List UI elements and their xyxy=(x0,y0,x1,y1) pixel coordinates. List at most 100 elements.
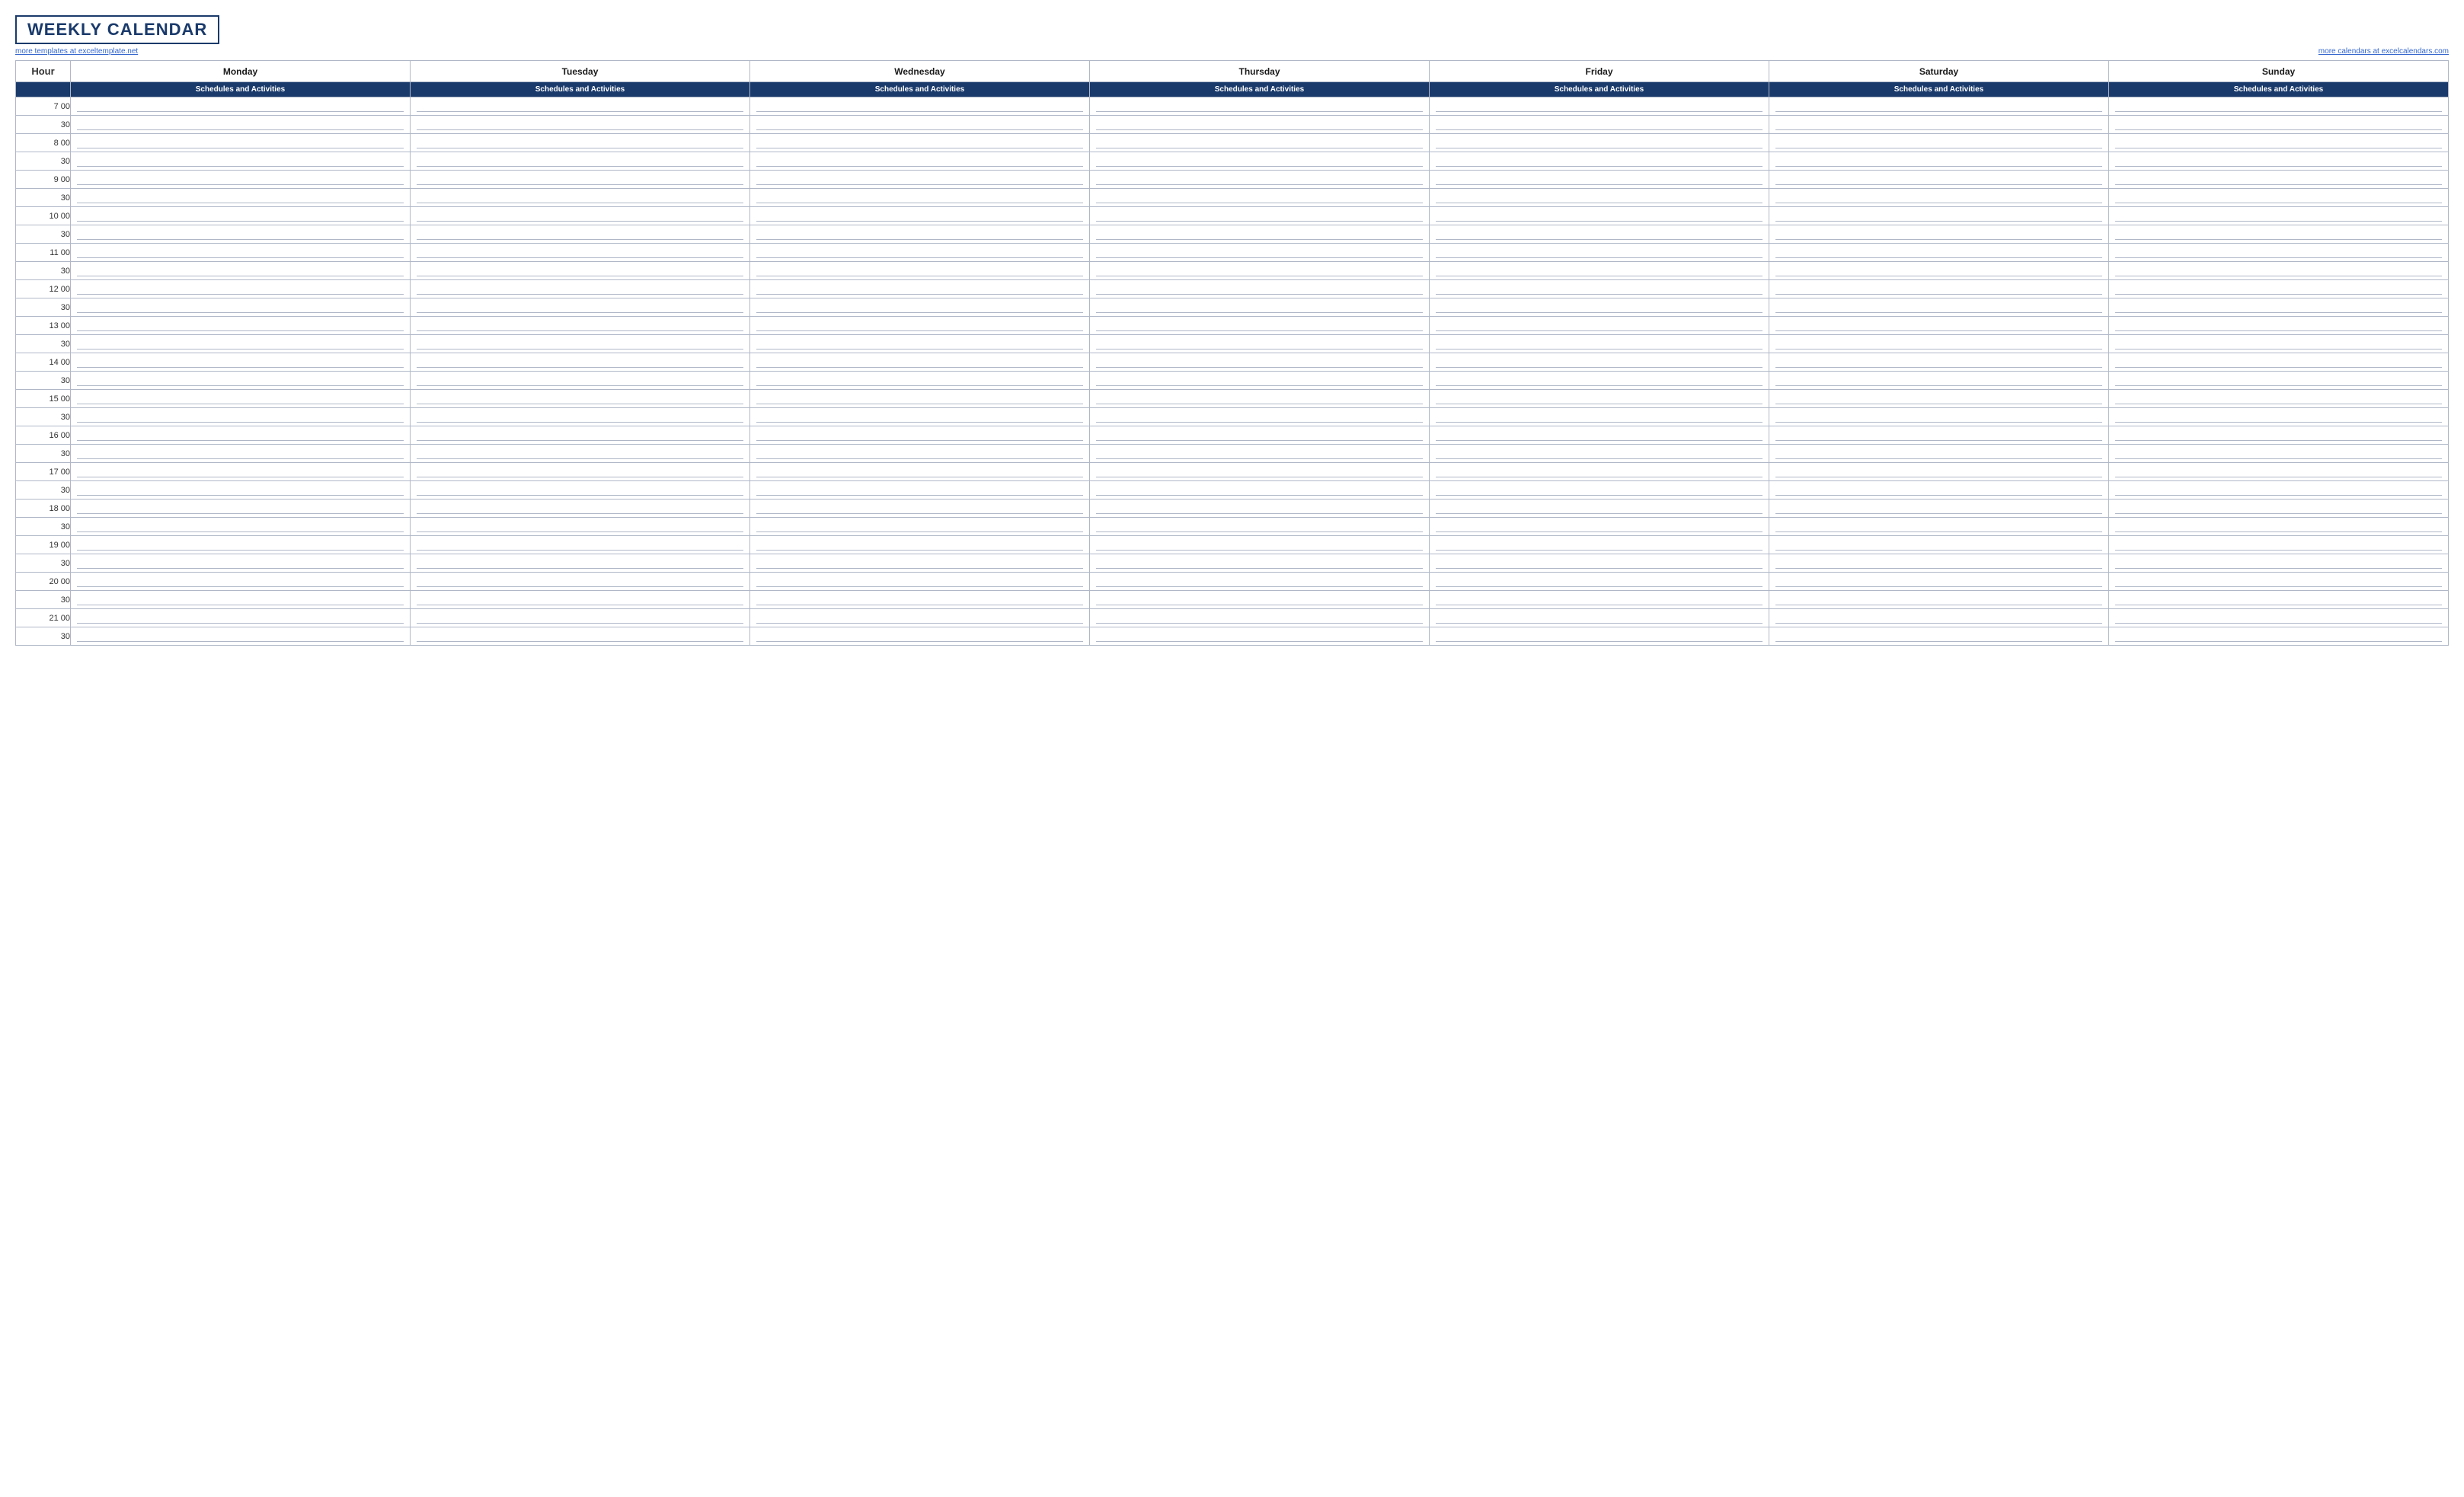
activity-cell-23-6[interactable] xyxy=(2109,518,2449,536)
activity-cell-7-4[interactable] xyxy=(1430,225,1769,244)
activity-cell-24-0[interactable] xyxy=(71,536,411,554)
activity-cell-13-0[interactable] xyxy=(71,335,411,353)
activity-cell-25-5[interactable] xyxy=(1769,554,2109,573)
activity-cell-11-0[interactable] xyxy=(71,298,411,317)
activity-cell-12-4[interactable] xyxy=(1430,317,1769,335)
activity-cell-18-4[interactable] xyxy=(1430,426,1769,445)
activity-cell-21-5[interactable] xyxy=(1769,481,2109,500)
activity-cell-3-1[interactable] xyxy=(411,152,750,171)
activity-cell-17-5[interactable] xyxy=(1769,408,2109,426)
activity-cell-14-0[interactable] xyxy=(71,353,411,372)
activity-cell-25-6[interactable] xyxy=(2109,554,2449,573)
activity-cell-1-6[interactable] xyxy=(2109,116,2449,134)
activity-cell-9-2[interactable] xyxy=(750,262,1090,280)
activity-cell-8-5[interactable] xyxy=(1769,244,2109,262)
activity-cell-7-1[interactable] xyxy=(411,225,750,244)
activity-cell-22-1[interactable] xyxy=(411,500,750,518)
activity-cell-0-1[interactable] xyxy=(411,97,750,116)
activity-cell-0-2[interactable] xyxy=(750,97,1090,116)
activity-cell-14-1[interactable] xyxy=(411,353,750,372)
activity-cell-19-3[interactable] xyxy=(1090,445,1430,463)
activity-cell-10-4[interactable] xyxy=(1430,280,1769,298)
activity-cell-4-4[interactable] xyxy=(1430,171,1769,189)
activity-cell-15-0[interactable] xyxy=(71,372,411,390)
activity-cell-2-3[interactable] xyxy=(1090,134,1430,152)
activity-cell-19-5[interactable] xyxy=(1769,445,2109,463)
activity-cell-18-0[interactable] xyxy=(71,426,411,445)
activity-cell-2-6[interactable] xyxy=(2109,134,2449,152)
activity-cell-20-4[interactable] xyxy=(1430,463,1769,481)
activity-cell-12-0[interactable] xyxy=(71,317,411,335)
activity-cell-28-6[interactable] xyxy=(2109,609,2449,627)
activity-cell-13-6[interactable] xyxy=(2109,335,2449,353)
activity-cell-15-4[interactable] xyxy=(1430,372,1769,390)
activity-cell-28-4[interactable] xyxy=(1430,609,1769,627)
activity-cell-7-3[interactable] xyxy=(1090,225,1430,244)
activity-cell-27-2[interactable] xyxy=(750,591,1090,609)
activity-cell-27-6[interactable] xyxy=(2109,591,2449,609)
activity-cell-29-6[interactable] xyxy=(2109,627,2449,646)
activity-cell-17-2[interactable] xyxy=(750,408,1090,426)
activity-cell-20-3[interactable] xyxy=(1090,463,1430,481)
activity-cell-11-1[interactable] xyxy=(411,298,750,317)
link-right[interactable]: more calendars at excelcalendars.com xyxy=(2319,47,2449,56)
activity-cell-24-1[interactable] xyxy=(411,536,750,554)
activity-cell-26-3[interactable] xyxy=(1090,573,1430,591)
activity-cell-19-4[interactable] xyxy=(1430,445,1769,463)
activity-cell-11-6[interactable] xyxy=(2109,298,2449,317)
activity-cell-26-6[interactable] xyxy=(2109,573,2449,591)
activity-cell-14-3[interactable] xyxy=(1090,353,1430,372)
activity-cell-19-1[interactable] xyxy=(411,445,750,463)
activity-cell-8-1[interactable] xyxy=(411,244,750,262)
activity-cell-26-1[interactable] xyxy=(411,573,750,591)
activity-cell-20-1[interactable] xyxy=(411,463,750,481)
activity-cell-29-1[interactable] xyxy=(411,627,750,646)
activity-cell-24-2[interactable] xyxy=(750,536,1090,554)
activity-cell-17-6[interactable] xyxy=(2109,408,2449,426)
activity-cell-28-5[interactable] xyxy=(1769,609,2109,627)
activity-cell-29-5[interactable] xyxy=(1769,627,2109,646)
activity-cell-3-5[interactable] xyxy=(1769,152,2109,171)
activity-cell-25-0[interactable] xyxy=(71,554,411,573)
activity-cell-9-6[interactable] xyxy=(2109,262,2449,280)
activity-cell-23-5[interactable] xyxy=(1769,518,2109,536)
activity-cell-24-5[interactable] xyxy=(1769,536,2109,554)
activity-cell-5-5[interactable] xyxy=(1769,189,2109,207)
activity-cell-28-2[interactable] xyxy=(750,609,1090,627)
activity-cell-11-2[interactable] xyxy=(750,298,1090,317)
activity-cell-5-3[interactable] xyxy=(1090,189,1430,207)
activity-cell-17-1[interactable] xyxy=(411,408,750,426)
activity-cell-0-3[interactable] xyxy=(1090,97,1430,116)
activity-cell-10-2[interactable] xyxy=(750,280,1090,298)
activity-cell-23-1[interactable] xyxy=(411,518,750,536)
activity-cell-0-5[interactable] xyxy=(1769,97,2109,116)
activity-cell-24-4[interactable] xyxy=(1430,536,1769,554)
activity-cell-26-4[interactable] xyxy=(1430,573,1769,591)
activity-cell-7-0[interactable] xyxy=(71,225,411,244)
activity-cell-17-3[interactable] xyxy=(1090,408,1430,426)
activity-cell-11-3[interactable] xyxy=(1090,298,1430,317)
activity-cell-3-0[interactable] xyxy=(71,152,411,171)
activity-cell-9-0[interactable] xyxy=(71,262,411,280)
activity-cell-21-4[interactable] xyxy=(1430,481,1769,500)
activity-cell-3-2[interactable] xyxy=(750,152,1090,171)
activity-cell-10-6[interactable] xyxy=(2109,280,2449,298)
activity-cell-18-5[interactable] xyxy=(1769,426,2109,445)
activity-cell-20-5[interactable] xyxy=(1769,463,2109,481)
activity-cell-27-5[interactable] xyxy=(1769,591,2109,609)
activity-cell-29-3[interactable] xyxy=(1090,627,1430,646)
activity-cell-29-0[interactable] xyxy=(71,627,411,646)
activity-cell-18-3[interactable] xyxy=(1090,426,1430,445)
activity-cell-10-1[interactable] xyxy=(411,280,750,298)
activity-cell-24-3[interactable] xyxy=(1090,536,1430,554)
activity-cell-11-4[interactable] xyxy=(1430,298,1769,317)
activity-cell-25-3[interactable] xyxy=(1090,554,1430,573)
activity-cell-0-6[interactable] xyxy=(2109,97,2449,116)
activity-cell-20-0[interactable] xyxy=(71,463,411,481)
activity-cell-1-1[interactable] xyxy=(411,116,750,134)
activity-cell-6-6[interactable] xyxy=(2109,207,2449,225)
activity-cell-14-5[interactable] xyxy=(1769,353,2109,372)
activity-cell-9-5[interactable] xyxy=(1769,262,2109,280)
activity-cell-5-2[interactable] xyxy=(750,189,1090,207)
activity-cell-21-0[interactable] xyxy=(71,481,411,500)
